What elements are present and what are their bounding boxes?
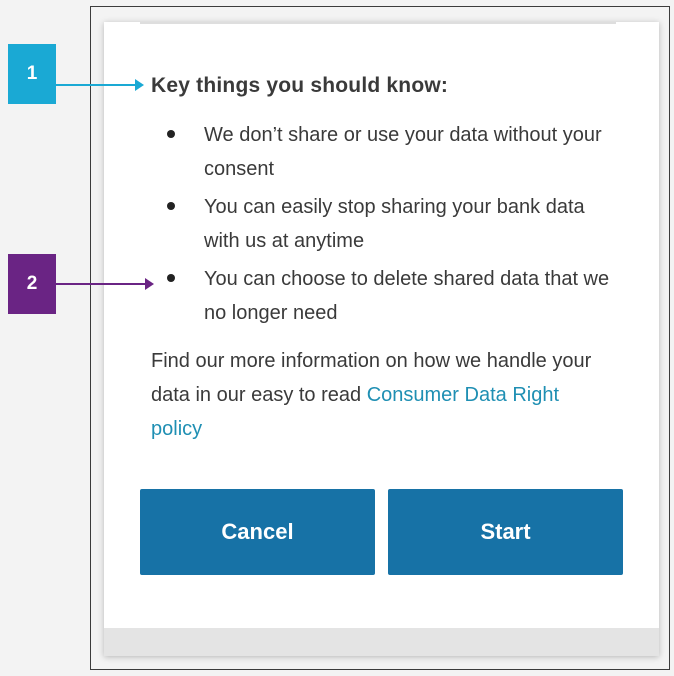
- start-button[interactable]: Start: [388, 489, 623, 575]
- bullet-icon: [167, 274, 175, 282]
- cancel-button[interactable]: Cancel: [140, 489, 375, 575]
- callout-marker-2: 2: [8, 254, 56, 314]
- arrow-icon: [56, 278, 154, 290]
- callout-number: 1: [26, 63, 38, 84]
- divider-line: [140, 22, 616, 24]
- callout-marker-1: 1: [8, 44, 56, 104]
- bullet-icon: [167, 202, 175, 210]
- arrow-icon: [56, 79, 144, 91]
- list-item: We don’t share or use your data without …: [104, 118, 614, 186]
- list-item-text: You can easily stop sharing your bank da…: [204, 196, 585, 252]
- key-points-list: We don’t share or use your data without …: [104, 118, 659, 334]
- list-item-text: We don’t share or use your data without …: [204, 124, 602, 180]
- callout-number: 2: [26, 273, 38, 294]
- bottom-bar: [104, 628, 659, 656]
- bullet-icon: [167, 130, 175, 138]
- list-item-text: You can choose to delete shared data tha…: [204, 268, 610, 324]
- list-item: You can choose to delete shared data tha…: [104, 262, 614, 330]
- consent-screen: Key things you should know: We don’t sha…: [104, 22, 659, 656]
- page-title: Key things you should know:: [151, 74, 449, 97]
- list-item: You can easily stop sharing your bank da…: [104, 190, 614, 258]
- info-paragraph: Find our more information on how we hand…: [151, 344, 611, 446]
